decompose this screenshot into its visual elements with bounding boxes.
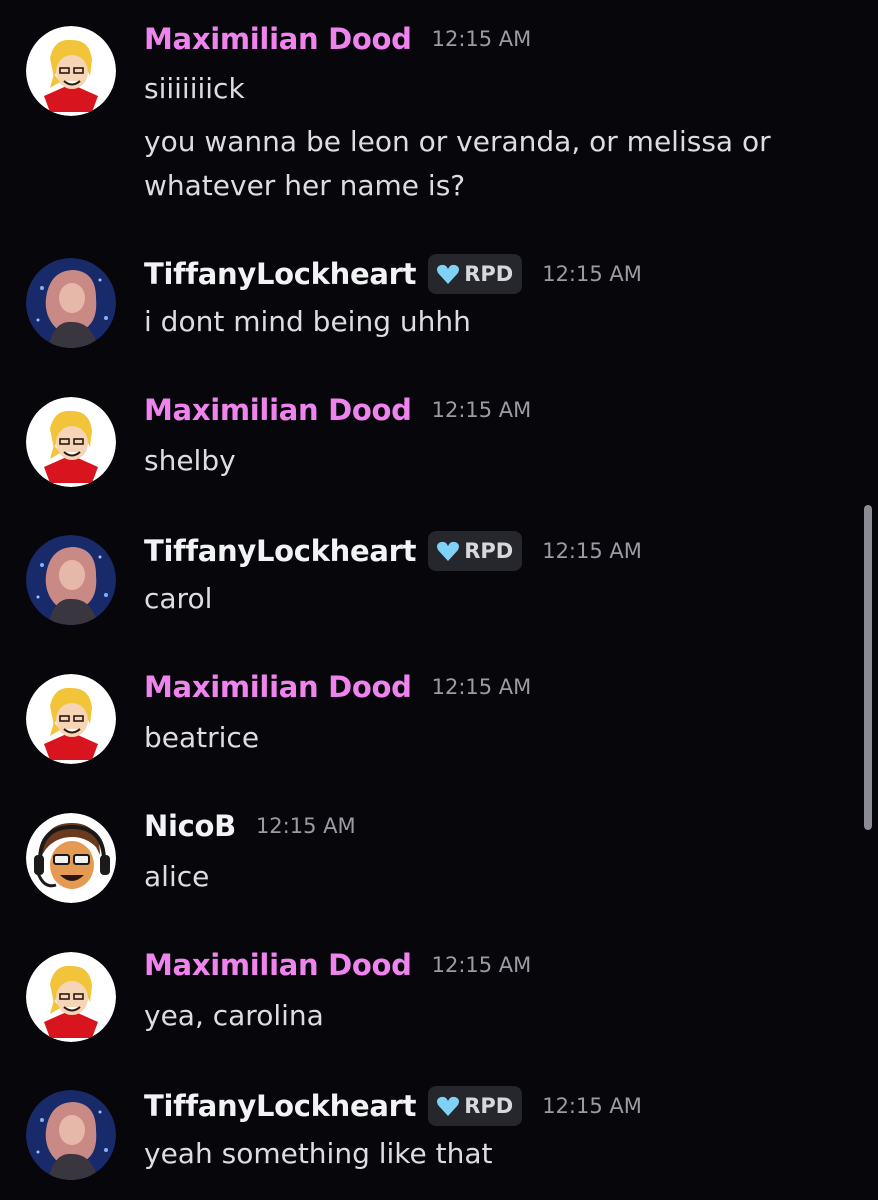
maximilian-avatar-icon [26,674,116,764]
timestamp: 12:15 AM [542,1094,642,1118]
timestamp: 12:15 AM [542,262,642,286]
author-name[interactable]: TiffanyLockheart [144,257,417,291]
role-tag-label: RPD [464,1094,514,1118]
author-name[interactable]: Maximilian Dood [144,393,412,427]
maximilian-avatar-icon [26,26,116,116]
message-text: shelby [144,444,236,477]
role-tag-label: RPD [464,539,514,563]
author-name[interactable]: Maximilian Dood [144,948,412,982]
maximilian-avatar-icon [26,397,116,487]
timestamp: 12:15 AM [431,953,532,977]
role-tag[interactable]: RPD [428,254,523,294]
timestamp: 12:15 AM [431,27,532,51]
avatar-tiffany[interactable] [26,258,116,348]
author-name[interactable]: Maximilian Dood [144,670,412,704]
timestamp: 12:15 AM [255,814,356,838]
role-tag-label: RPD [464,262,514,286]
message-text: alice [144,860,210,893]
heart-icon [437,1096,460,1116]
avatar-maximilian[interactable] [26,397,116,487]
scrollbar[interactable] [864,505,872,830]
timestamp: 12:15 AM [542,539,642,563]
message-text: siiiiiiick [144,72,245,105]
role-tag[interactable]: RPD [428,531,523,571]
maximilian-avatar-icon [26,952,116,1042]
timestamp: 12:15 AM [431,675,532,699]
message-text: i dont mind being uhhh [144,305,471,338]
nicob-avatar-icon [26,813,116,903]
timestamp: 12:15 AM [431,398,532,422]
author-name[interactable]: Maximilian Dood [144,22,412,56]
tiffany-avatar-icon [26,535,116,625]
avatar-maximilian[interactable] [26,952,116,1042]
message-text: you wanna be leon or veranda, or melissa… [144,125,771,158]
tiffany-avatar-icon [26,258,116,348]
author-name[interactable]: TiffanyLockheart [144,1089,417,1123]
message-text: carol [144,582,213,615]
chat-message-list: Maximilian Dood 12:15 AM siiiiiiick you … [0,0,878,1200]
message-text: yea, carolina [144,999,324,1032]
avatar-tiffany[interactable] [26,535,116,625]
message-text: yeah something like that [144,1137,493,1170]
role-tag[interactable]: RPD [428,1086,523,1126]
message-text: beatrice [144,721,260,754]
avatar-maximilian[interactable] [26,26,116,116]
author-name[interactable]: TiffanyLockheart [144,534,417,568]
avatar-tiffany[interactable] [26,1090,116,1180]
heart-icon [437,541,460,561]
avatar-maximilian[interactable] [26,674,116,764]
heart-icon [437,264,460,284]
tiffany-avatar-icon [26,1090,116,1180]
message-text: whatever her name is? [144,169,466,202]
author-name[interactable]: NicoB [144,809,236,843]
avatar-nicob[interactable] [26,813,116,903]
